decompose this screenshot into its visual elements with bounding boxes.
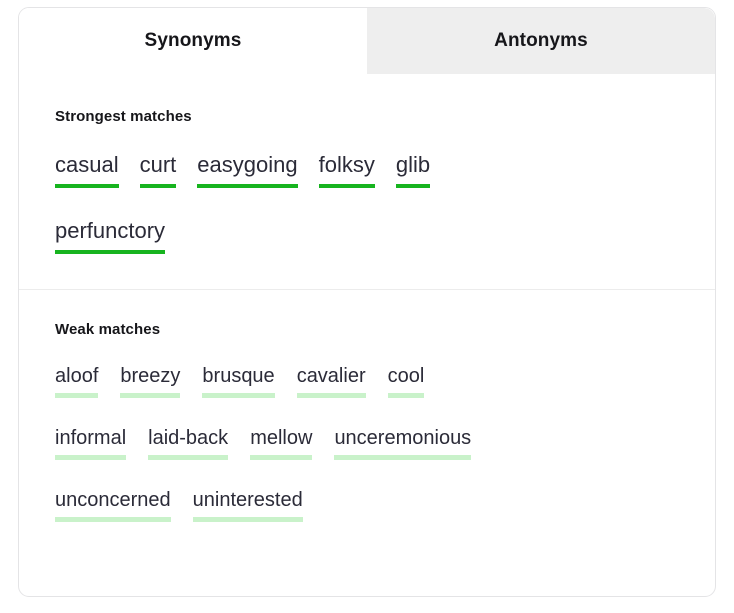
- synonym-word[interactable]: folksy: [318, 151, 376, 188]
- synonym-word[interactable]: unconcerned: [55, 488, 171, 522]
- strongest-matches-word-list: casual curt easygoing folksy glib perfun…: [55, 151, 679, 283]
- tab-synonyms-label: Synonyms: [144, 30, 242, 51]
- tab-antonyms[interactable]: Antonyms: [367, 8, 715, 74]
- synonym-word[interactable]: easygoing: [197, 151, 298, 188]
- thesaurus-results-card: Synonyms Antonyms Strongest matches casu…: [18, 7, 716, 597]
- synonym-word[interactable]: casual: [55, 151, 119, 188]
- synonym-word[interactable]: brusque: [202, 364, 275, 398]
- weak-matches-section: Weak matches aloof breezy brusque cavali…: [19, 289, 715, 556]
- synonym-word[interactable]: curt: [139, 151, 176, 188]
- strongest-matches-section: Strongest matches casual curt easygoing …: [19, 74, 715, 289]
- strongest-matches-heading: Strongest matches: [55, 108, 192, 125]
- synonym-word[interactable]: breezy: [120, 364, 181, 398]
- tab-synonyms[interactable]: Synonyms: [19, 8, 367, 74]
- weak-matches-heading: Weak matches: [55, 321, 161, 338]
- synonym-word[interactable]: aloof: [55, 364, 99, 398]
- synonym-word[interactable]: uninterested: [192, 488, 303, 522]
- weak-matches-word-list: aloof breezy brusque cavalier cool infor…: [55, 364, 679, 550]
- synonym-word[interactable]: unceremonious: [334, 426, 471, 460]
- synonym-word[interactable]: mellow: [250, 426, 313, 460]
- synonym-word[interactable]: laid-back: [148, 426, 229, 460]
- tab-antonyms-label: Antonyms: [494, 30, 588, 51]
- synonym-word[interactable]: cool: [387, 364, 424, 398]
- results-tab-bar: Synonyms Antonyms: [19, 8, 715, 74]
- synonym-word[interactable]: glib: [395, 151, 431, 188]
- synonym-word[interactable]: cavalier: [296, 364, 366, 398]
- synonym-word[interactable]: informal: [55, 426, 127, 460]
- synonym-word[interactable]: perfunctory: [55, 217, 166, 254]
